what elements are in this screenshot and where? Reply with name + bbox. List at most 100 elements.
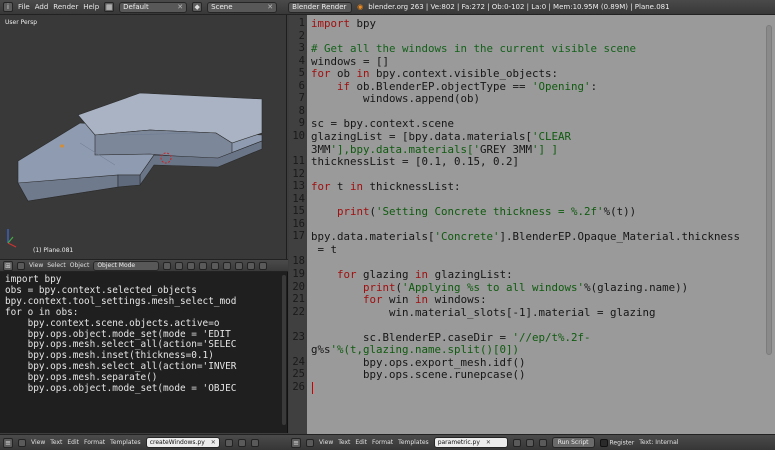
header-toggle-icon[interactable] bbox=[17, 261, 25, 270]
viewport-header: ⊞ View Select Object Object Mode bbox=[0, 259, 288, 272]
scene-icon[interactable]: ◆ bbox=[192, 2, 203, 12]
layers-icon[interactable] bbox=[247, 261, 256, 270]
viewport-menu-view[interactable]: View bbox=[29, 262, 43, 269]
rotate-icon[interactable] bbox=[211, 261, 220, 270]
render-engine-select[interactable]: Blender Render bbox=[288, 1, 353, 13]
line-number: 13 bbox=[292, 180, 305, 193]
header-toggle-icon[interactable] bbox=[306, 438, 314, 447]
editor-type-icon[interactable]: ≡ bbox=[3, 437, 13, 448]
text-editor-header: ≡ View Text Edit Format Templates parame… bbox=[288, 434, 775, 450]
code-line: if ob.BlenderEP.objectType == 'Opening': bbox=[337, 79, 598, 93]
editor-type-icon[interactable]: ⊞ bbox=[3, 260, 13, 271]
header-toggle-icon[interactable] bbox=[18, 438, 26, 447]
menu-add[interactable]: Add bbox=[35, 3, 49, 11]
console-line: bpy.ops.mesh.separate() bbox=[5, 372, 158, 384]
code-line: thicknessList = [0.1, 0.15, 0.2] bbox=[311, 155, 520, 169]
code-line: import bpy bbox=[311, 17, 377, 30]
console-scrollbar[interactable] bbox=[282, 275, 286, 425]
console-header: ≡ View Text Edit Format Templates create… bbox=[0, 434, 288, 450]
line-number: 10 bbox=[292, 129, 305, 142]
menu-render[interactable]: Render bbox=[53, 3, 78, 11]
line-number: 9 bbox=[298, 117, 305, 130]
menu-view[interactable]: View bbox=[319, 439, 333, 446]
menu-format[interactable]: Format bbox=[372, 439, 393, 446]
line-number: 24 bbox=[292, 355, 305, 368]
register-checkbox[interactable] bbox=[599, 438, 608, 447]
menu-file[interactable]: File bbox=[18, 3, 30, 11]
text-cursor bbox=[312, 381, 313, 394]
editor-scrollbar[interactable] bbox=[766, 25, 772, 355]
menu-templates[interactable]: Templates bbox=[398, 439, 429, 446]
register-toggle[interactable]: Register bbox=[599, 438, 634, 447]
viewport-menu-select[interactable]: Select bbox=[47, 262, 66, 269]
console-line: bpy.ops.object.mode_set(mode = 'EDIT bbox=[5, 328, 231, 340]
axis-y-icon bbox=[7, 236, 14, 244]
scene-geometry[interactable] bbox=[0, 15, 287, 259]
shading-icon[interactable] bbox=[163, 261, 172, 270]
menu-format[interactable]: Format bbox=[84, 439, 105, 446]
manipulator-icon[interactable] bbox=[187, 261, 196, 270]
text-datablock-name: parametric.py bbox=[437, 439, 480, 446]
close-icon[interactable]: ✕ bbox=[267, 3, 273, 11]
code-line: # Get all the windows in the current vis… bbox=[311, 42, 637, 56]
close-icon[interactable]: ✕ bbox=[177, 3, 183, 11]
console-line: for o in obs: bbox=[5, 306, 79, 318]
line-number: 14 bbox=[292, 192, 305, 205]
mode-select[interactable]: Object Mode bbox=[93, 260, 160, 271]
line-number: 18 bbox=[292, 255, 305, 268]
code-line: = t bbox=[311, 242, 338, 256]
python-console[interactable]: import bpy obs = bpy.context.selected_ob… bbox=[0, 272, 288, 433]
line-number: 21 bbox=[292, 293, 305, 306]
text-editor[interactable]: 1 2 3 4 5 6 7 8 9 10 11 12 13 14 15 16 17 18 19 20 21 22 23 24 2… bbox=[289, 15, 775, 434]
text-datablock-field[interactable]: createWindows.py ✕ bbox=[145, 437, 220, 448]
snap-icon[interactable] bbox=[259, 261, 268, 270]
menu-help[interactable]: Help bbox=[83, 3, 99, 11]
menu-edit[interactable]: Edit bbox=[355, 439, 367, 446]
code-line: sc = bpy.context.scene bbox=[311, 117, 455, 131]
mode-value: Object Mode bbox=[97, 262, 136, 269]
line-number: 17 bbox=[292, 230, 305, 243]
line-number: 12 bbox=[292, 167, 305, 180]
run-script-button[interactable]: Run Script bbox=[551, 437, 595, 448]
code-line: for ob in bpy.context.visible_objects: bbox=[311, 67, 559, 81]
line-number: 7 bbox=[298, 92, 305, 105]
layout-icon[interactable]: ▦ bbox=[104, 2, 115, 12]
editor-type-icon[interactable]: i bbox=[3, 2, 13, 12]
line-number: 19 bbox=[292, 268, 305, 280]
viewport-menu-object[interactable]: Object bbox=[70, 262, 90, 269]
close-icon[interactable]: ✕ bbox=[211, 439, 216, 446]
screen-layout-field[interactable]: Default ✕ bbox=[119, 1, 188, 13]
line-number-gutter: 1 2 3 4 5 6 7 8 9 10 11 12 13 14 15 16 17 18 19 20 21 22 23 24 2… bbox=[289, 15, 307, 434]
pivot-icon[interactable] bbox=[175, 261, 184, 270]
line-numbers-icon[interactable] bbox=[224, 438, 233, 447]
code-line: 3MM'],bpy.data.materials['GREY 3MM'] ] bbox=[311, 142, 559, 156]
line-number: 4 bbox=[298, 54, 305, 67]
syntax-highlight-icon[interactable] bbox=[538, 438, 547, 447]
menu-edit[interactable]: Edit bbox=[67, 439, 79, 446]
info-header: i File Add Render Help ▦ Default ✕ ◆ Sce… bbox=[0, 0, 775, 15]
console-line: bpy.context.tool_settings.mesh_select_mo… bbox=[5, 295, 237, 307]
layers-icon[interactable] bbox=[235, 261, 244, 270]
line-number: 3 bbox=[298, 42, 305, 55]
line-number: 6 bbox=[298, 79, 305, 92]
translate-icon[interactable] bbox=[199, 261, 208, 270]
menu-text[interactable]: Text bbox=[50, 439, 62, 446]
editor-type-icon[interactable]: ≡ bbox=[291, 437, 301, 448]
line-number: 2 bbox=[298, 29, 305, 42]
text-datablock-field[interactable]: parametric.py ✕ bbox=[433, 437, 508, 448]
menu-templates[interactable]: Templates bbox=[110, 439, 141, 446]
scene-field[interactable]: Scene ✕ bbox=[207, 1, 278, 13]
menu-text[interactable]: Text bbox=[338, 439, 350, 446]
close-icon[interactable]: ✕ bbox=[486, 439, 491, 446]
line-numbers-icon[interactable] bbox=[512, 438, 521, 447]
code-line: for glazing in glazingList: bbox=[337, 268, 513, 281]
word-wrap-icon[interactable] bbox=[237, 438, 246, 447]
console-line: obs = bpy.context.selected_objects bbox=[5, 284, 197, 296]
scale-icon[interactable] bbox=[223, 261, 232, 270]
line-number: 15 bbox=[292, 205, 305, 218]
3d-viewport[interactable]: User Persp (1) Plane.081 bbox=[0, 15, 287, 259]
menu-view[interactable]: View bbox=[31, 439, 45, 446]
syntax-highlight-icon[interactable] bbox=[250, 438, 259, 447]
line-number: 22 bbox=[292, 305, 305, 318]
word-wrap-icon[interactable] bbox=[525, 438, 534, 447]
